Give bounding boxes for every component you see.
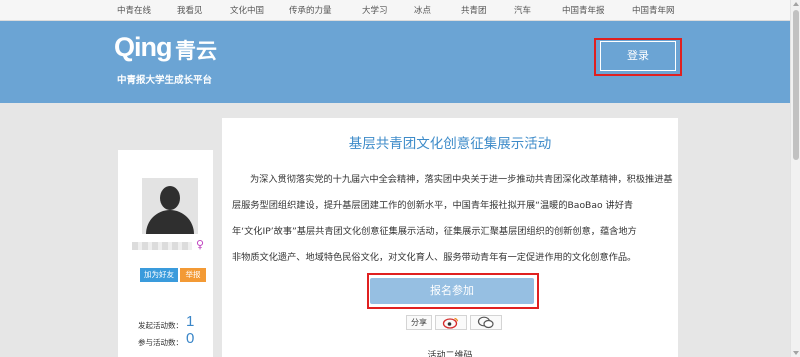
weibo-share-button[interactable] [435,315,467,330]
site-logo[interactable]: Qing 青云 [114,32,226,72]
scrollbar-thumb[interactable] [793,10,799,160]
nav-link-dxx[interactable]: 大学习 [362,4,388,16]
login-button[interactable]: 登录 [600,41,676,71]
avatar-head-icon [160,186,180,210]
avatar-body-icon [146,210,194,234]
wechat-share-button[interactable] [470,315,502,330]
share-label: 分享 [406,315,432,330]
activity-description: 为深入贯彻落实党的十九届六中全会精神，落实团中央关于进一步推动共青团深化改革精神… [232,167,675,271]
activity-card: 基层共青团文化创意征集展示活动 为深入贯彻落实党的十九届六中全会精神，落实团中央… [222,118,678,357]
header-banner: Qing 青云 中青报大学生成长平台 登录 [0,21,790,103]
site-subtitle: 中青报大学生成长平台 [117,75,213,86]
stat-value: 1 [186,313,195,330]
stat-value: 0 [186,330,195,347]
nav-link-gqt[interactable]: 共青团 [461,4,487,16]
logo-latin-text: Qing [114,32,172,62]
nav-link-zqzx[interactable]: 中青在线 [117,4,151,16]
nav-link-qc[interactable]: 汽车 [514,4,531,16]
blurred-username [132,242,192,250]
description-line: 层服务型团组织建设，提升基层团建工作的创新水平，中国青年报社拟开展“温暖的Bao… [232,200,634,211]
nav-link-ccdll[interactable]: 传承的力量 [289,4,332,16]
scroll-down-icon[interactable] [793,351,799,355]
description-line: 非物质文化遗产、地域特色民俗文化，对文化育人、服务带动青年有一定促进作用的文化创… [232,252,637,263]
logo-chinese-text: 青云 [175,39,217,63]
nav-link-wkj[interactable]: 我看见 [177,4,203,16]
avatar[interactable] [142,178,198,234]
weibo-icon [442,317,459,329]
signup-button[interactable]: 报名参加 [370,278,534,304]
page-scrollbar[interactable] [790,0,800,357]
qr-code-caption: 活动二维码 [427,351,473,357]
stat-label: 参与活动数： [138,338,183,347]
nav-link-whzg[interactable]: 文化中国 [230,4,264,16]
scroll-up-icon[interactable] [793,2,799,6]
description-line: 年‘文化IP’故事”基层共青团文化创意征集展示活动，征集展示汇聚基层团组织的创新… [232,226,637,237]
stat-label: 发起活动数： [138,321,183,330]
share-bar: 分享 [406,315,502,330]
activity-title: 基层共青团文化创意征集展示活动 [348,136,552,152]
nav-link-bd[interactable]: 冰点 [414,4,431,16]
stat-created-activities: 发起活动数： 1 [138,313,194,331]
add-friend-button[interactable]: 加为好友 [140,268,178,282]
female-icon: ♀ [196,238,205,251]
wechat-icon [477,316,494,329]
nav-link-zgqnw[interactable]: 中国青年网 [632,4,675,16]
description-line: 为深入贯彻落实党的十九届六中全会精神，落实团中央关于进一步推动共青团深化改革精神… [250,174,673,185]
top-navigation: 中青在线 我看见 文化中国 传承的力量 大学习 冰点 共青团 汽车 中国青年报 … [0,0,790,21]
stat-joined-activities: 参与活动数： 0 [138,330,194,348]
nav-link-zgqnb[interactable]: 中国青年报 [562,4,605,16]
report-button[interactable]: 举报 [180,268,206,282]
profile-card: ♀ 加为好友 举报 发起活动数： 1 参与活动数： 0 [118,150,213,357]
